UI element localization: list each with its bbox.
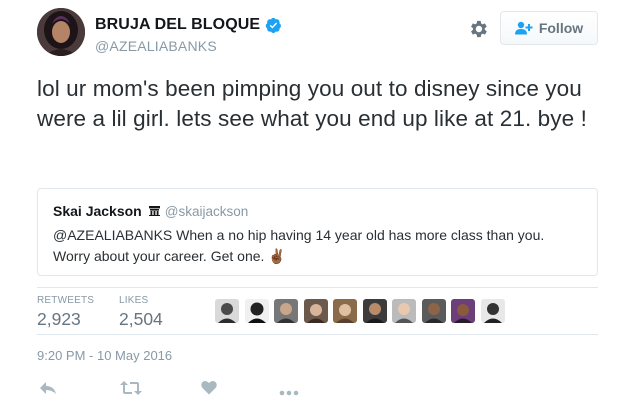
legacy-badge-icon (148, 203, 161, 219)
user-screenname[interactable]: @AZEALIABANKS (95, 38, 282, 54)
liker-avatar[interactable] (274, 299, 298, 323)
liker-avatar[interactable] (392, 299, 416, 323)
more-icon[interactable] (279, 383, 299, 400)
tweet-text: lol ur mom's been pimping you out to dis… (37, 76, 587, 131)
likers-avatars (215, 299, 510, 323)
quoted-user-screenname: @skaijackson (164, 203, 249, 219)
tweet-header: BRUJA DEL BLOQUE @AZEALIABANKS Follow (37, 8, 601, 64)
gear-icon[interactable] (467, 18, 489, 40)
reply-icon[interactable] (39, 380, 57, 400)
tweet-timestamp[interactable]: 9:20 PM - 10 May 2016 (37, 348, 172, 363)
user-names: BRUJA DEL BLOQUE @AZEALIABANKS (95, 16, 282, 54)
likes-label: LIKES (119, 295, 149, 306)
verified-badge-icon (265, 17, 282, 34)
quoted-user-name: Skai Jackson (53, 203, 142, 219)
retweets-label: RETWEETS (37, 295, 95, 306)
liker-avatar[interactable] (480, 299, 505, 323)
retweet-icon[interactable] (120, 380, 142, 400)
follow-button[interactable]: Follow (500, 11, 598, 45)
user-fullname[interactable]: BRUJA DEL BLOQUE (95, 16, 282, 34)
avatar[interactable] (37, 8, 85, 56)
quoted-tweet[interactable]: Skai Jackson @skaijackson @AZEALIABANKS … (37, 188, 598, 276)
add-user-icon (514, 21, 533, 35)
retweets-stat[interactable]: RETWEETS 2,923 (37, 295, 94, 330)
likes-count: 2,504 (119, 309, 163, 329)
heart-icon[interactable] (201, 380, 217, 400)
follow-label: Follow (538, 20, 584, 36)
liker-avatar[interactable] (421, 299, 446, 323)
liker-avatar[interactable] (215, 299, 239, 323)
liker-avatar[interactable] (362, 299, 387, 323)
retweets-count: 2,923 (37, 309, 81, 329)
tweet-stats: RETWEETS 2,923 LIKES 2,504 (37, 287, 598, 335)
likes-stat[interactable]: LIKES 2,504 (119, 295, 163, 330)
fullname-text[interactable]: BRUJA DEL BLOQUE (95, 16, 260, 34)
liker-avatar[interactable] (303, 299, 328, 323)
quoted-tweet-header: Skai Jackson @skaijackson (53, 203, 582, 219)
quoted-tweet-text: @AZEALIABANKS When a no hip having 14 ye… (53, 227, 545, 264)
liker-avatar[interactable] (333, 299, 357, 323)
liker-avatar[interactable] (244, 299, 269, 323)
tweet-actions (37, 378, 337, 400)
liker-avatar[interactable] (451, 299, 475, 323)
